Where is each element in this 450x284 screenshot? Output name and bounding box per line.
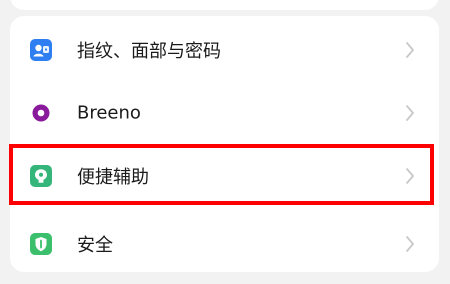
settings-item-breeno[interactable]: Breeno	[10, 81, 439, 145]
previous-settings-card	[10, 0, 439, 10]
settings-item-label: 指纹、面部与密码	[77, 41, 221, 62]
settings-item-security[interactable]: 安全	[10, 212, 439, 276]
chevron-right-icon	[406, 236, 414, 252]
settings-item-label: Breeno	[77, 102, 141, 124]
fingerprint-face-password-icon	[30, 39, 52, 61]
settings-item-label: 安全	[77, 235, 113, 256]
settings-item-fingerprint-face-password[interactable]: 指纹、面部与密码	[10, 18, 439, 82]
chevron-right-icon	[406, 42, 414, 58]
settings-item-label: 便捷辅助	[77, 167, 149, 188]
breeno-icon	[32, 104, 50, 122]
chevron-right-icon	[406, 105, 414, 121]
convenience-assist-icon	[30, 165, 52, 187]
settings-item-convenience-assist[interactable]: 便捷辅助	[10, 144, 439, 208]
chevron-right-icon	[406, 168, 414, 184]
security-shield-icon	[30, 233, 52, 255]
